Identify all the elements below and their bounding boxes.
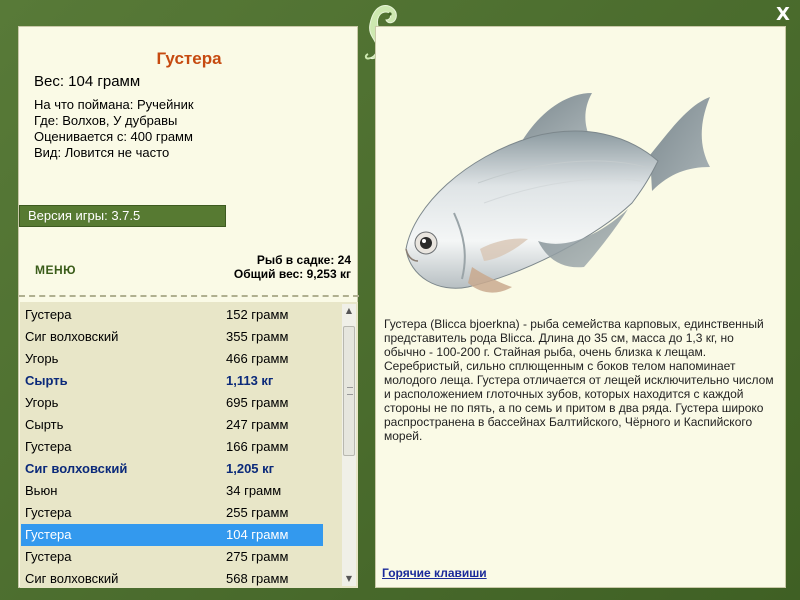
list-item[interactable]: Сиг волховский 1,205 кг [21,458,323,480]
list-item-name: Угорь [25,395,59,410]
fish-details-panel: Густера Вес: 104 грамм На что поймана: Р… [18,26,359,588]
list-item-weight: 568 грамм [226,571,289,586]
list-item-weight: 166 грамм [226,439,289,454]
list-item-weight: 247 грамм [226,417,289,432]
fish-description-panel: Густера (Blicca bjoerkna) - рыба семейст… [375,26,786,588]
list-item-name: Сиг волховский [25,571,119,586]
list-item-name: Сиг волховский [25,461,128,476]
fish-title: Густера [156,49,222,68]
fish-weight: Вес: 104 грамм [34,73,141,90]
list-item[interactable]: Сырть 1,113 кг [21,370,323,392]
list-scrollbar[interactable]: ▲ ▼ [342,304,356,586]
fish-location: Где: Волхов, У дубравы [34,113,178,128]
scroll-up-icon[interactable]: ▲ [342,304,356,318]
list-item[interactable]: Густера 255 грамм [21,502,323,524]
list-item-weight: 104 грамм [226,527,289,542]
list-item-name: Густера [25,549,72,564]
list-item[interactable]: Угорь 466 грамм [21,348,323,370]
fish-valued-from: Оценивается с: 400 грамм [34,129,193,144]
list-item-name: Угорь [25,351,59,366]
version-bar: Версия игры: 3.7.5 [19,205,226,227]
list-item[interactable]: Густера 104 грамм [21,524,323,546]
list-item-name: Вьюн [25,483,58,498]
catch-stats: Рыб в садке: 24 Общий вес: 9,253 кг [234,253,351,281]
list-item[interactable]: Вьюн 34 грамм [21,480,323,502]
fish-count: Рыб в садке: 24 [256,253,351,267]
list-item[interactable]: Сиг волховский 568 грамм [21,568,323,588]
list-item-name: Густера [25,505,72,520]
list-item[interactable]: Густера 166 грамм [21,436,323,458]
fish-bait: На что поймана: Ручейник [34,97,194,112]
scroll-grip-icon [347,387,353,395]
list-item-name: Густера [25,439,72,454]
catch-list[interactable]: Сиг волховский 568 грамм Густера 275 грамм Г… [20,302,358,588]
list-item-weight: 275 грамм [226,549,289,564]
list-item-weight: 466 грамм [226,351,289,366]
list-item-weight: 1,113 кг [226,373,274,388]
total-weight: Общий вес: 9,253 кг [233,267,351,281]
list-item[interactable]: Густера 152 грамм [21,304,323,326]
list-item[interactable]: Густера 275 грамм [21,546,323,568]
fish-info: На что поймана: Ручейник Где: Волхов, У … [34,97,194,161]
close-button[interactable]: X [772,4,794,26]
list-item-name: Сиг волховский [25,329,119,344]
list-item-name: Сырть [25,373,68,388]
scroll-down-icon[interactable]: ▼ [342,572,356,586]
list-item-weight: 255 грамм [226,505,289,520]
list-item-weight: 1,205 кг [226,461,275,476]
fish-rarity: Вид: Ловится не часто [34,145,170,160]
menu-button[interactable]: МЕНЮ [35,263,76,277]
divider [19,295,359,297]
fish-picture [405,93,710,293]
list-item-name: Сырть [25,417,64,432]
list-item-weight: 152 грамм [226,307,289,322]
list-item-weight: 695 грамм [226,395,289,410]
list-item[interactable]: Сиг волховский 355 грамм [21,326,323,348]
list-item[interactable]: Сырть 247 грамм [21,414,323,436]
fish-description: Густера (Blicca bjoerkna) - рыба семейст… [384,317,774,443]
list-item[interactable]: Угорь 695 грамм [21,392,323,414]
hotkeys-link[interactable]: Горячие клавиши [382,566,487,580]
list-item-weight: 355 грамм [226,329,289,344]
scroll-thumb[interactable] [343,326,355,456]
list-item-name: Густера [25,307,72,322]
list-item-name: Густера [25,527,72,542]
list-item-weight: 34 грамм [226,483,282,498]
